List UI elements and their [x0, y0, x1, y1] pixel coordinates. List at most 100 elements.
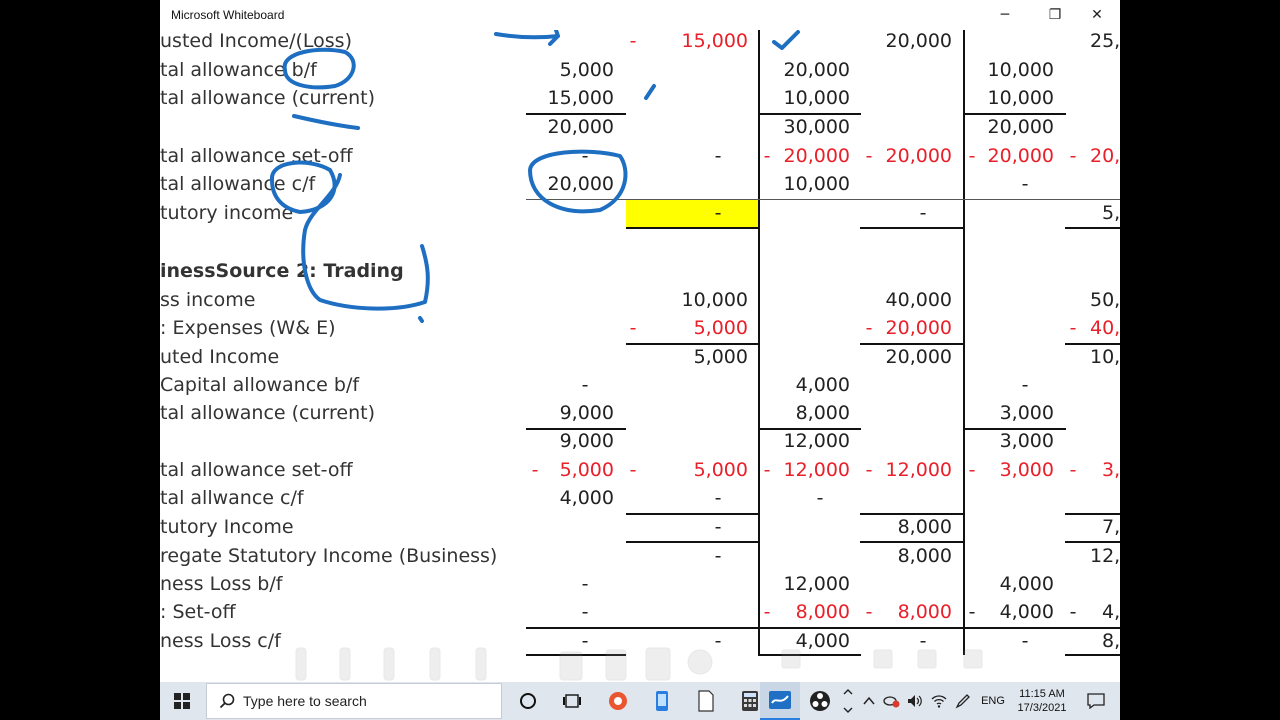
row-label: tal allowance c/f: [160, 173, 316, 195]
value-cell: 3,000: [999, 459, 1054, 481]
close-icon: ✕: [1091, 7, 1103, 23]
value-cell: -: [581, 374, 589, 396]
search-icon: [219, 693, 235, 709]
value-cell: 20,000: [885, 317, 952, 339]
app-phone[interactable]: [644, 682, 680, 720]
value-cell: 12,000: [783, 573, 850, 595]
eraser-icon: [605, 649, 627, 681]
section-heading: inessSource 2: Trading: [160, 260, 404, 282]
value-cell: 8,: [1102, 630, 1120, 652]
value-cell: 15,000: [547, 87, 614, 109]
highlighter-icon: [559, 651, 583, 681]
task-view-button[interactable]: [554, 682, 590, 720]
sum-line: [1065, 654, 1120, 656]
value-cell: 4,000: [559, 487, 614, 509]
taskbar-scroll[interactable]: [840, 682, 856, 720]
cortana-button[interactable]: [510, 682, 546, 720]
start-button[interactable]: [160, 682, 204, 720]
value-cell: 20,000: [783, 59, 850, 81]
value-cell: -: [629, 317, 637, 339]
tray-security[interactable]: [880, 682, 902, 720]
value-cell: 12,000: [885, 459, 952, 481]
windows-logo-icon: [174, 693, 190, 709]
show-hidden-icons-button[interactable]: [860, 682, 878, 720]
value-cell: -: [714, 516, 722, 538]
row-label: usted Income/(Loss): [160, 30, 352, 52]
pen-tool-icon: [295, 647, 307, 681]
value-cell: 12,: [1090, 545, 1120, 567]
value-cell: -: [1021, 630, 1029, 652]
value-cell: -: [816, 487, 824, 509]
value-cell: 8,000: [897, 545, 952, 567]
action-center-button[interactable]: [1076, 682, 1116, 720]
value-cell: 30,000: [783, 116, 850, 138]
clock[interactable]: 11:15 AM 17/3/2021: [1012, 682, 1072, 720]
value-cell: 12,000: [783, 459, 850, 481]
value-cell: 9,000: [559, 402, 614, 424]
shape-icon: [781, 649, 801, 669]
whiteboard-window: Microsoft Whiteboard ─ ❐ ✕ usted Income/…: [160, 0, 1120, 720]
pen-icon: [955, 694, 970, 709]
taskbar-search-box[interactable]: Type here to search: [206, 683, 502, 719]
value-cell: -: [581, 601, 589, 623]
sum-line: [860, 227, 963, 229]
row-label: tal allowance set-off: [160, 145, 353, 167]
sum-line: [626, 513, 758, 515]
row-label: tal allowance set-off: [160, 459, 353, 481]
row-label: tal allowance (current): [160, 87, 376, 109]
pen-tool-icon: [475, 647, 487, 681]
security-warning-icon: [883, 696, 900, 708]
value-cell: 4,000: [999, 573, 1054, 595]
taskbar: Type here to search ENG 11:15 AM 17/3/20…: [160, 682, 1120, 720]
restore-icon: ❐: [1048, 7, 1062, 23]
tray-volume[interactable]: [904, 682, 926, 720]
value-cell: -: [919, 202, 927, 224]
clock-date: 17/3/2021: [1017, 702, 1067, 714]
tray-pen[interactable]: [952, 682, 974, 720]
app-snipping-tool[interactable]: [600, 682, 636, 720]
pen-tool-icon: [339, 647, 351, 681]
row-label: ss income: [160, 289, 256, 311]
sum-line: [626, 227, 758, 229]
app-obs[interactable]: [802, 682, 838, 720]
value-cell: 20,000: [783, 145, 850, 167]
document-icon: [698, 690, 714, 712]
wifi-icon: [931, 695, 947, 708]
row-label: Capital allowance b/f: [160, 374, 360, 396]
value-cell: -: [629, 459, 637, 481]
value-cell: -: [629, 30, 637, 52]
snipping-tool-icon: [609, 692, 627, 710]
minimize-icon: ─: [1000, 7, 1010, 23]
ruler-icon: [645, 647, 671, 681]
value-cell: 3,000: [999, 430, 1054, 452]
value-cell: 4,000: [795, 374, 850, 396]
value-cell: 8,000: [897, 516, 952, 538]
row-label: tutory income: [160, 202, 294, 224]
value-cell: 50,: [1090, 289, 1120, 311]
tray-wifi[interactable]: [928, 682, 950, 720]
value-cell: 10,000: [987, 59, 1054, 81]
whiteboard-toolbar[interactable]: [270, 640, 1010, 682]
value-cell: 9,000: [559, 430, 614, 452]
clock-time: 11:15 AM: [1019, 688, 1065, 700]
value-cell: 20,000: [547, 116, 614, 138]
value-cell: -: [581, 145, 589, 167]
value-cell: 5,000: [559, 459, 614, 481]
value-cell: 25,: [1090, 30, 1120, 52]
minimize-button[interactable]: ─: [982, 0, 1028, 30]
value-cell: -: [714, 487, 722, 509]
row-label: tal allowance (current): [160, 402, 376, 424]
restore-button[interactable]: ❐: [1032, 0, 1078, 30]
row-label: regate Statutory Income (Business): [160, 545, 498, 567]
language-indicator[interactable]: ENG: [978, 682, 1008, 720]
whiteboard-canvas[interactable]: usted Income/(Loss) tal allowance b/f ta…: [160, 30, 1120, 682]
app-whiteboard-active[interactable]: [760, 682, 800, 720]
pen-tool-icon: [383, 647, 395, 681]
row-line: [526, 199, 1120, 200]
app-file-explorer[interactable]: [688, 682, 724, 720]
title-bar: Microsoft Whiteboard ─ ❐ ✕: [160, 0, 1120, 30]
close-button[interactable]: ✕: [1074, 0, 1120, 30]
value-cell: 20,000: [987, 116, 1054, 138]
chevron-up-icon: [863, 696, 875, 705]
value-cell: 5,000: [559, 59, 614, 81]
